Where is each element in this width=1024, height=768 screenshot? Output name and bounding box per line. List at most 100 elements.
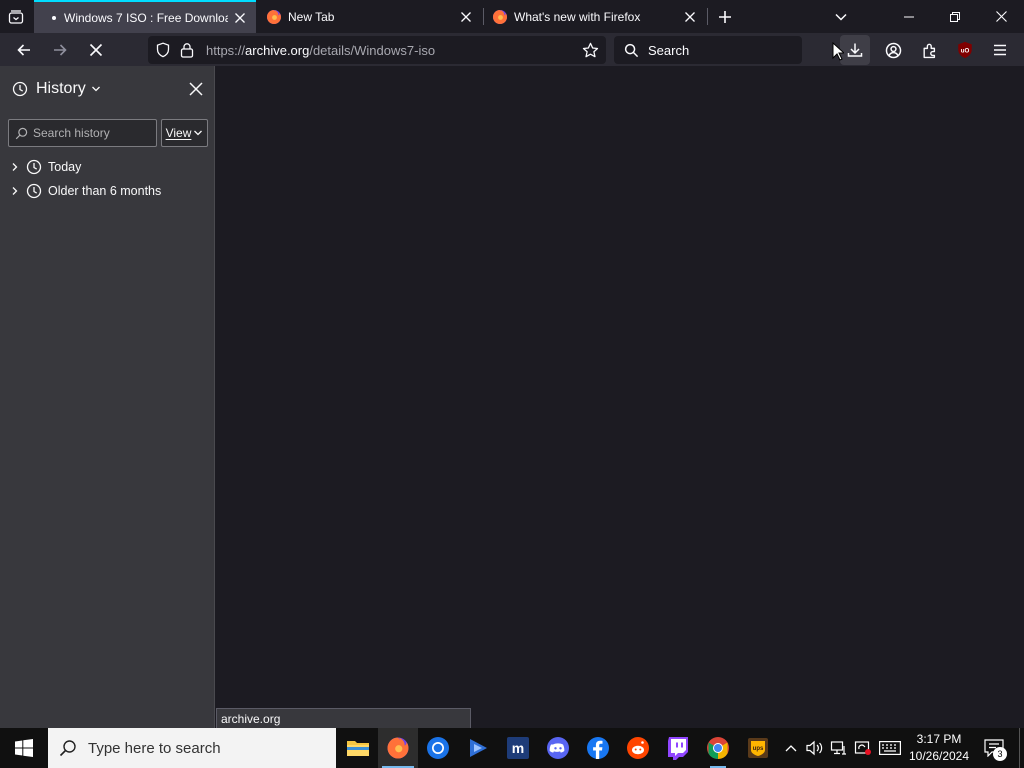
taskbar-firefox[interactable] (378, 728, 418, 768)
chevron-right-icon (12, 187, 18, 195)
restore-icon (950, 11, 960, 22)
sidebar-close-button[interactable] (186, 79, 206, 99)
window-close-button[interactable] (978, 0, 1024, 33)
windows-taskbar: Type here to search m ups 3:17 PM 10/26/… (0, 728, 1024, 768)
action-center-button[interactable]: 3 (978, 728, 1010, 768)
media-player-icon (470, 739, 487, 757)
firefox-icon (267, 9, 281, 24)
twitch-icon (668, 737, 688, 760)
chevron-right-icon (12, 163, 18, 171)
history-group-label: Older than 6 months (48, 184, 162, 198)
tab-title: What's new with Firefox (514, 9, 641, 24)
show-desktop-button[interactable] (1019, 728, 1020, 768)
notification-count-badge: 3 (993, 747, 1007, 761)
view-dropdown-button[interactable]: View (161, 119, 208, 147)
tab-separator (707, 8, 708, 25)
app-menu-button[interactable] (985, 35, 1015, 65)
close-icon (461, 11, 471, 22)
network-button[interactable] (828, 728, 850, 768)
close-icon (995, 11, 1007, 22)
folder-icon (347, 741, 369, 756)
tab-close-button[interactable] (232, 10, 248, 26)
taskbar-twitch[interactable] (658, 728, 698, 768)
chevron-down-icon (91, 86, 100, 92)
taskbar-clock[interactable]: 3:17 PM 10/26/2024 (904, 728, 974, 768)
taskbar-chromium[interactable] (418, 728, 458, 768)
url-path: /details/Windows7-iso (309, 42, 436, 58)
history-group-today[interactable]: Today (8, 157, 81, 177)
svg-text:ups: ups (753, 746, 764, 752)
stop-button[interactable] (81, 35, 111, 65)
new-tab-button[interactable] (714, 6, 736, 28)
tab-close-button[interactable] (682, 9, 698, 25)
tab-close-button[interactable] (458, 9, 474, 25)
url-scheme: https:// (206, 42, 246, 58)
m-app-icon: m (507, 737, 529, 759)
volume-button[interactable] (804, 728, 826, 768)
tab-strip: Windows 7 ISO : Free Download New Tab Wh… (0, 0, 1024, 33)
search-icon (624, 43, 638, 57)
ups-icon: ups (748, 738, 768, 758)
account-button[interactable] (878, 35, 908, 65)
facebook-icon (587, 737, 609, 759)
speaker-icon (806, 740, 823, 756)
clock-icon (12, 81, 28, 97)
tab-windows7-iso[interactable]: Windows 7 ISO : Free Download (34, 0, 256, 33)
url-text[interactable]: https://archive.org/details/Windows7-iso (196, 43, 574, 58)
ublock-origin-icon: uO (958, 41, 972, 59)
chevron-down-icon (835, 13, 847, 21)
tab-title: Windows 7 ISO : Free Download (64, 10, 228, 25)
page-content-area[interactable] (216, 66, 1024, 728)
list-all-tabs-button[interactable] (0, 0, 32, 33)
taskbar-search-box[interactable]: Type here to search (48, 728, 336, 768)
site-info-button[interactable] (178, 42, 196, 58)
clock-icon (26, 183, 42, 199)
back-arrow-icon (17, 44, 30, 56)
show-hidden-icons-button[interactable] (780, 728, 802, 768)
start-button[interactable] (0, 728, 48, 768)
loading-dot-icon (52, 15, 56, 20)
search-icon (15, 127, 27, 139)
tab-whats-new-firefox[interactable]: What's new with Firefox (484, 0, 706, 33)
history-search-placeholder: Search history (33, 126, 110, 140)
chrome-icon (707, 737, 729, 759)
taskbar-reddit[interactable] (618, 728, 658, 768)
history-group-older[interactable]: Older than 6 months (8, 181, 161, 201)
tracking-protection-button[interactable] (148, 42, 178, 58)
tracking-shield-icon (156, 42, 170, 58)
keyboard-button[interactable] (876, 728, 904, 768)
taskbar-discord[interactable] (538, 728, 578, 768)
clock-time: 3:17 PM (916, 732, 962, 746)
bookmark-button[interactable] (574, 42, 606, 59)
taskbar-m-app[interactable]: m (498, 728, 538, 768)
svg-text:m: m (512, 740, 524, 756)
tabs-dropdown-button[interactable] (830, 6, 852, 28)
forward-button[interactable] (45, 35, 75, 65)
history-search-input[interactable]: Search history (8, 119, 157, 147)
stop-icon (89, 43, 103, 57)
security-tray-button[interactable] (852, 728, 874, 768)
minimize-button[interactable] (886, 0, 932, 33)
sync-alert-icon (854, 741, 871, 755)
taskbar-ups-app[interactable]: ups (738, 728, 778, 768)
close-icon (685, 11, 695, 22)
restore-button[interactable] (932, 0, 978, 33)
taskbar-facebook[interactable] (578, 728, 618, 768)
history-sidebar: History Search history View Today Older … (0, 66, 215, 728)
sidebar-switcher[interactable]: History (0, 66, 215, 112)
search-bar[interactable]: Search (614, 36, 802, 64)
network-icon (830, 741, 846, 755)
plus-icon (719, 11, 731, 23)
tab-title: New Tab (288, 9, 335, 24)
taskbar-file-explorer[interactable] (338, 728, 378, 768)
back-button[interactable] (9, 35, 39, 65)
search-icon (59, 740, 76, 757)
ublock-origin-button[interactable]: uO (950, 35, 980, 65)
taskbar-media-player[interactable] (458, 728, 498, 768)
downloads-button[interactable] (840, 35, 870, 65)
address-bar[interactable]: https://archive.org/details/Windows7-iso (148, 36, 606, 64)
extensions-button[interactable] (914, 35, 944, 65)
search-placeholder: Search (648, 42, 690, 58)
tab-new-tab[interactable]: New Tab (258, 0, 482, 33)
taskbar-chrome[interactable] (698, 728, 738, 768)
